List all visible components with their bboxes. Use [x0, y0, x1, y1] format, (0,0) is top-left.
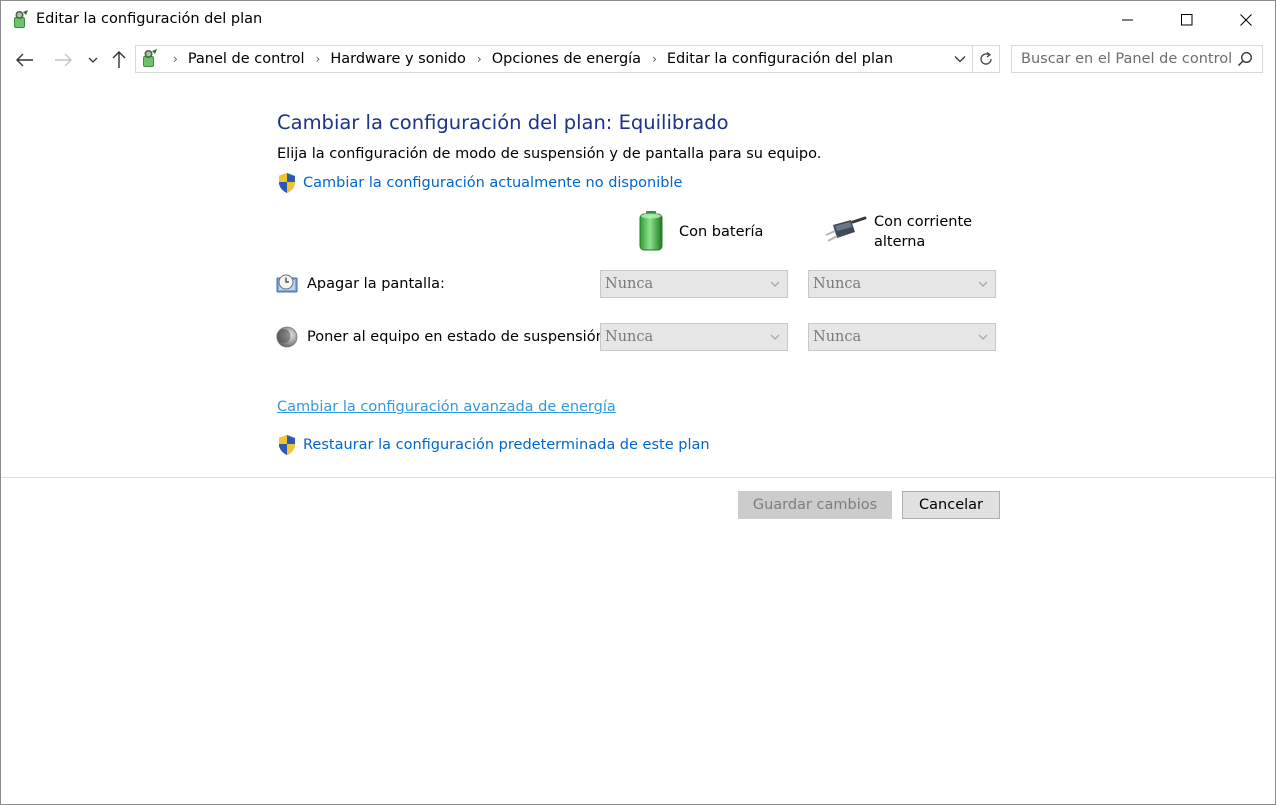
- navigation-bar: › Panel de control › Hardware y sonido ›…: [1, 39, 1275, 79]
- sleep-ac-select[interactable]: Nunca: [808, 323, 996, 351]
- battery-icon: [639, 211, 663, 251]
- ac-column-header-line2: alterna: [874, 234, 926, 250]
- address-dropdown-button[interactable]: [950, 48, 970, 70]
- power-options-icon: [14, 10, 28, 28]
- up-button[interactable]: [108, 49, 130, 71]
- ac-plug-icon: [825, 216, 867, 242]
- breadcrumb-item-hardware-sound[interactable]: Hardware y sonido: [330, 51, 466, 67]
- minimize-button[interactable]: [1099, 1, 1157, 39]
- title-bar[interactable]: Editar la configuración del plan: [1, 1, 1275, 39]
- select-value: Nunca: [813, 276, 862, 292]
- chevron-down-icon: [770, 334, 780, 340]
- chevron-down-icon: [954, 56, 966, 63]
- chevron-down-icon: [978, 281, 988, 287]
- select-value: Nunca: [813, 329, 862, 345]
- search-input[interactable]: [1012, 46, 1234, 72]
- close-button[interactable]: [1217, 1, 1275, 39]
- change-unavailable-settings-link[interactable]: Cambiar la configuración actualmente no …: [303, 175, 682, 191]
- arrow-up-icon: [112, 51, 126, 68]
- breadcrumb-separator[interactable]: ›: [652, 52, 657, 66]
- select-value: Nunca: [605, 329, 654, 345]
- chevron-down-icon: [770, 281, 780, 287]
- advanced-power-settings-link[interactable]: Cambiar la configuración avanzada de ene…: [277, 399, 616, 415]
- close-icon: [1240, 14, 1252, 26]
- breadcrumb: › Panel de control › Hardware y sonido ›…: [166, 46, 893, 72]
- uac-shield-icon: [279, 435, 295, 455]
- footer-divider: [1, 477, 1275, 478]
- page-description: Elija la configuración de modo de suspen…: [277, 146, 822, 162]
- turn-off-display-battery-select[interactable]: Nunca: [600, 270, 788, 298]
- back-button[interactable]: [14, 49, 36, 71]
- address-bar[interactable]: › Panel de control › Hardware y sonido ›…: [135, 45, 973, 73]
- turn-off-display-ac-select[interactable]: Nunca: [808, 270, 996, 298]
- page-title: Cambiar la configuración del plan: Equil…: [277, 111, 729, 134]
- breadcrumb-separator[interactable]: ›: [173, 52, 178, 66]
- breadcrumb-separator[interactable]: ›: [316, 52, 321, 66]
- ac-column-header-line1: Con corriente: [874, 214, 973, 230]
- breadcrumb-separator[interactable]: ›: [477, 52, 482, 66]
- minimize-icon: [1122, 19, 1133, 21]
- maximize-icon: [1181, 14, 1193, 26]
- cancel-button[interactable]: Cancelar: [902, 491, 1000, 519]
- moon-sleep-icon: [276, 326, 298, 348]
- breadcrumb-item-power-options[interactable]: Opciones de energía: [492, 51, 641, 67]
- refresh-button[interactable]: [973, 45, 1000, 73]
- power-options-icon: [143, 49, 157, 67]
- turn-off-display-label: Apagar la pantalla:: [307, 276, 445, 292]
- arrow-left-icon: [16, 53, 33, 67]
- window: Editar la configuración del plan › Panel…: [0, 0, 1276, 805]
- restore-defaults-link[interactable]: Restaurar la configuración predeterminad…: [303, 437, 710, 453]
- battery-column-header: Con batería: [679, 224, 764, 240]
- breadcrumb-item-edit-plan[interactable]: Editar la configuración del plan: [667, 51, 893, 67]
- maximize-button[interactable]: [1158, 1, 1216, 39]
- refresh-icon: [980, 51, 992, 65]
- ac-column-header: Con corriente alterna: [874, 212, 972, 252]
- sleep-label: Poner al equipo en estado de suspensión:: [307, 329, 610, 345]
- forward-button[interactable]: [52, 49, 74, 71]
- chevron-down-icon: [88, 57, 98, 63]
- search-icon[interactable]: [1237, 51, 1253, 67]
- chevron-down-icon: [978, 334, 988, 340]
- arrow-right-icon: [55, 53, 72, 67]
- save-changes-button[interactable]: Guardar cambios: [738, 491, 892, 519]
- breadcrumb-item-control-panel[interactable]: Panel de control: [188, 51, 305, 67]
- sleep-battery-select[interactable]: Nunca: [600, 323, 788, 351]
- recent-locations-button[interactable]: [85, 49, 101, 71]
- uac-shield-icon: [279, 173, 295, 193]
- select-value: Nunca: [605, 276, 654, 292]
- display-clock-icon: [276, 274, 298, 293]
- window-title: Editar la configuración del plan: [36, 11, 263, 27]
- search-box[interactable]: [1011, 45, 1263, 73]
